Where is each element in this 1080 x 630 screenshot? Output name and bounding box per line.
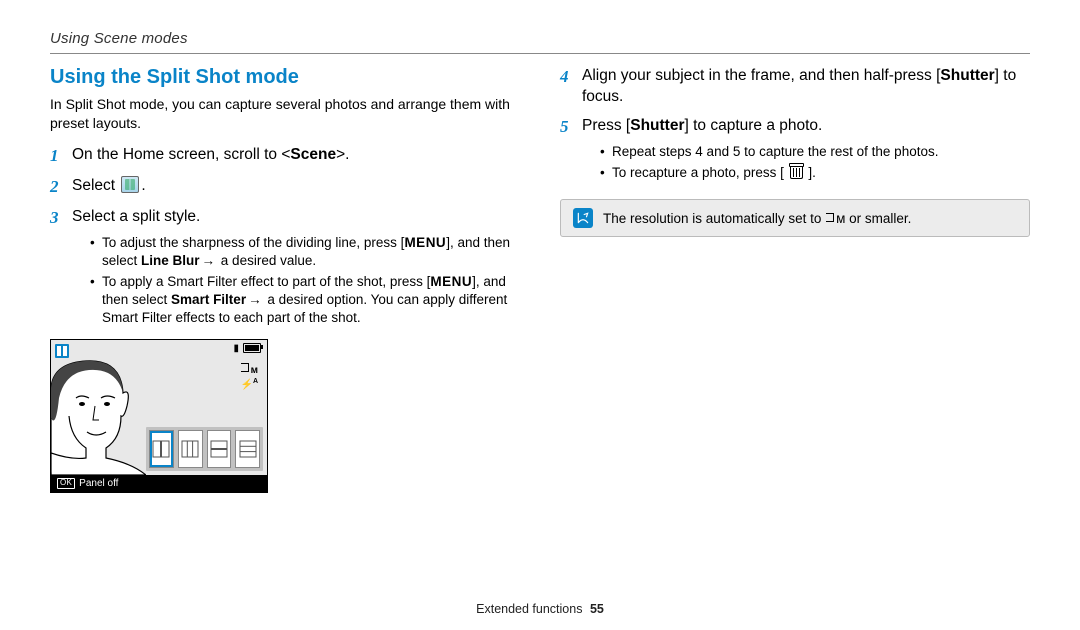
footer-section: Extended functions [476,602,582,616]
step-body: Align your subject in the frame, and the… [582,66,1030,108]
note-icon [573,208,593,228]
menu-label: MENU [404,235,446,250]
steps-list-right: 4 Align your subject in the frame, and t… [560,66,1030,185]
sub-bullet: To apply a Smart Filter effect to part o… [90,273,520,328]
arrow-icon: → [202,252,216,270]
layout-horizontal-2 [207,430,232,468]
mode-icon [55,344,69,358]
step-1: 1 On the Home screen, scroll to <Scene>. [50,145,520,168]
header-rule [50,53,1030,54]
step-3: 3 Select a split style. To adjust the sh… [50,207,520,331]
step-body: Select a split style. To adjust the shar… [72,207,520,331]
arrow-icon: → [248,291,262,309]
camera-screen: ▮ ᴍ ⚡A [51,340,267,475]
status-icons: ▮ [233,343,261,354]
right-icons: ᴍ ⚡A [240,362,258,392]
page-number: 55 [590,602,604,616]
note-box: The resolution is automatically set to ᴍ… [560,199,1030,237]
page-footer: Extended functions 55 [0,602,1080,616]
step-number: 3 [50,207,72,331]
flash-indicator: ⚡A [240,377,258,391]
step-2: 2 Select . [50,176,520,199]
step-5: 5 Press [Shutter] to capture a photo. Re… [560,116,1030,185]
intro-paragraph: In Split Shot mode, you can capture seve… [50,95,520,133]
sub-bullet: Repeat steps 4 and 5 to capture the rest… [600,143,1030,161]
right-column: 4 Align your subject in the frame, and t… [560,66,1030,493]
trash-icon [790,166,803,179]
step-5-sublist: Repeat steps 4 and 5 to capture the rest… [582,143,1030,182]
ok-button-icon: OK [57,478,75,489]
step-number: 2 [50,176,72,199]
step-body: On the Home screen, scroll to <Scene>. [72,145,520,168]
step-body: Press [Shutter] to capture a photo. Repe… [582,116,1030,185]
step-3-sublist: To adjust the sharpness of the dividing … [72,234,520,328]
sub-bullet: To adjust the sharpness of the dividing … [90,234,520,270]
megapixel-icon [826,212,835,226]
resolution-indicator: ᴍ [240,362,258,378]
step-4: 4 Align your subject in the frame, and t… [560,66,1030,108]
face-illustration [51,358,146,475]
running-header: Using Scene modes [50,30,1030,47]
two-column-layout: Using the Split Shot mode In Split Shot … [50,66,1030,493]
step-number: 1 [50,145,72,168]
left-column: Using the Split Shot mode In Split Shot … [50,66,520,493]
layout-options [146,427,263,471]
layout-vertical-2 [149,430,174,468]
section-title: Using the Split Shot mode [50,66,520,89]
step-number: 4 [560,66,582,108]
battery-icon [243,343,261,353]
camera-bottom-bar: OK Panel off [51,475,267,492]
panel-off-label: Panel off [79,478,118,489]
split-shot-icon [121,176,139,193]
steps-list-left: 1 On the Home screen, scroll to <Scene>.… [50,145,520,331]
sub-bullet: To recapture a photo, press [ ]. [600,164,1030,182]
step-number: 5 [560,116,582,185]
layout-vertical-3 [178,430,203,468]
sd-icon: ▮ [233,343,239,354]
manual-page: Using Scene modes Using the Split Shot m… [0,0,1080,630]
step-body: Select . [72,176,520,199]
note-text: The resolution is automatically set to ᴍ… [603,211,911,226]
menu-label: MENU [430,274,472,289]
layout-horizontal-3 [235,430,260,468]
camera-screenshot: ▮ ᴍ ⚡A [50,339,268,493]
